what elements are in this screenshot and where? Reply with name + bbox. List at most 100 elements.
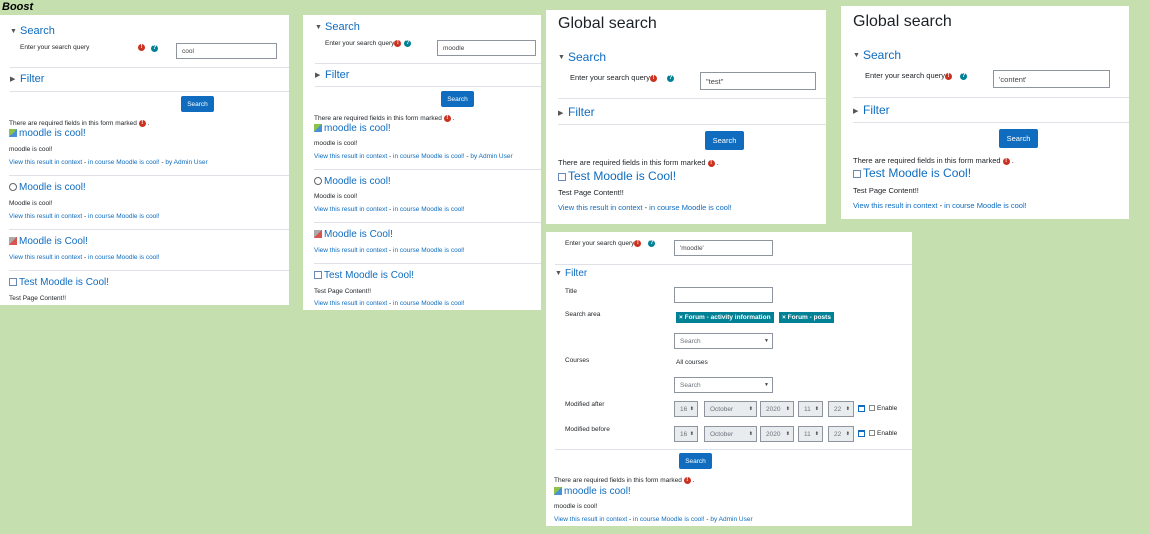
required-icon: ! [707,159,715,167]
course-link[interactable]: in course Moodle is cool! [393,300,465,307]
after-minute-select[interactable]: 22 ⬍ [828,401,854,417]
result-title[interactable]: moodle is cool! [324,123,391,134]
view-context-link[interactable]: View this result in context [314,153,387,160]
search-button[interactable]: Search [441,91,474,107]
result-title[interactable]: Moodle is cool! [19,182,86,193]
chevron-down-icon[interactable]: ▼ [853,52,863,59]
view-context-link[interactable]: View this result in context [9,254,82,261]
result-title[interactable]: Test Moodle is Cool! [19,277,109,288]
view-context-link[interactable]: View this result in context [554,516,627,523]
view-context-link[interactable]: View this result in context [314,300,387,307]
search-input[interactable]: moodle [437,40,536,56]
search-button[interactable]: Search [181,96,214,112]
search-button[interactable]: Search [679,453,712,469]
help-icon[interactable]: ? [648,240,656,247]
view-context-link[interactable]: View this result in context [314,247,387,254]
courses-search-select[interactable]: Search ▼ [674,377,773,393]
chevron-down-icon[interactable]: ▼ [10,28,20,35]
result-title[interactable]: Test Moodle is Cool! [863,166,971,180]
filter-section-toggle[interactable]: Filter [20,73,44,85]
search-input[interactable]: "test" [700,72,816,90]
filter-section-toggle[interactable]: Filter [325,69,349,81]
chevron-down-icon[interactable]: ▼ [558,54,568,61]
search-section-toggle[interactable]: Search [325,21,360,33]
result-title[interactable]: Moodle is cool! [324,176,391,187]
courses-search-placeholder: Search [680,381,701,389]
filter-section-toggle[interactable]: Filter [863,103,890,117]
result-title[interactable]: moodle is cool! [19,128,86,139]
required-icon: ! [650,74,658,82]
search-section-toggle[interactable]: Search [20,25,55,37]
chevron-right-icon[interactable]: ▶ [315,71,325,79]
view-context-link[interactable]: View this result in context [558,203,643,212]
search-button[interactable]: Search [999,129,1038,148]
area-search-placeholder: Search [680,337,701,345]
course-link[interactable]: in course Moodle is cool! [393,206,465,213]
after-hour-select[interactable]: 11 ⬍ [798,401,823,417]
chevron-right-icon[interactable]: ▶ [558,109,568,117]
view-context-link[interactable]: View this result in context [9,159,82,166]
calendar-icon[interactable] [858,430,865,437]
before-month-select[interactable]: October ⬍ [704,426,757,442]
forum-icon [9,129,17,138]
filter-section-toggle[interactable]: Filter [565,268,587,279]
course-link[interactable]: in course Moodle is cool! [944,201,1027,210]
page-icon [558,172,566,181]
view-context-link[interactable]: View this result in context [314,206,387,213]
search-button[interactable]: Search [705,131,744,150]
forum-icon [554,487,562,496]
title-input[interactable] [674,287,773,303]
view-context-link[interactable]: View this result in context [853,201,938,210]
help-icon[interactable]: ? [151,45,158,52]
course-link[interactable]: in course Moodle is cool! [633,516,705,523]
before-minute-select[interactable]: 22 ⬍ [828,426,854,442]
author-link[interactable]: by Admin User [470,153,512,160]
help-icon[interactable]: ? [404,40,412,47]
area-badge-forum-posts[interactable]: × Forum - posts [779,312,834,323]
page-icon [853,169,861,178]
query-label: Enter your search query [865,71,946,80]
result-title[interactable]: Test Moodle is Cool! [568,169,676,183]
view-context-link[interactable]: View this result in context [9,213,82,220]
chevron-right-icon[interactable]: ▶ [10,75,20,83]
result-title[interactable]: Moodle is Cool! [19,236,88,247]
result-title[interactable]: moodle is cool! [564,486,631,497]
required-note: There are required fields in this form m… [314,115,442,123]
before-year-select[interactable]: 2020 ⬍ [760,426,794,442]
enable-before-checkbox[interactable] [869,430,875,437]
author-link[interactable]: by Admin User [710,516,752,523]
result-title[interactable]: Test Moodle is Cool! [324,270,414,281]
result-snippet: moodle is cool! [554,503,598,510]
before-day-select[interactable]: 16 ⬍ [674,426,698,442]
calendar-icon[interactable] [858,405,865,412]
search-section-toggle[interactable]: Search [863,48,901,62]
after-day-select[interactable]: 16 ⬍ [674,401,698,417]
search-input[interactable]: cool [176,43,277,59]
course-link[interactable]: in course Moodle is cool! [393,247,465,254]
chevron-down-icon[interactable]: ▼ [315,24,325,31]
help-icon[interactable]: ? [960,72,968,80]
result-title[interactable]: Moodle is Cool! [324,229,393,240]
search-input[interactable]: 'moodle' [674,240,773,256]
after-month-select[interactable]: October ⬍ [704,401,757,417]
chevron-right-icon[interactable]: ▶ [853,107,863,115]
after-year-select[interactable]: 2020 ⬍ [760,401,794,417]
required-icon: ! [138,44,145,51]
help-icon[interactable]: ? [667,74,675,82]
forum-icon [314,124,322,133]
area-badge-forum-activity[interactable]: × Forum - activity information [676,312,774,323]
search-input[interactable]: 'content' [993,70,1110,88]
course-link[interactable]: in course Moodle is cool! [88,159,160,166]
author-link[interactable]: by Admin User [165,159,207,166]
course-link[interactable]: in course Moodle is cool! [88,213,160,220]
search-section-toggle[interactable]: Search [568,50,606,64]
chevron-down-icon[interactable]: ▼ [555,270,565,277]
course-link[interactable]: in course Moodle is cool! [88,254,160,261]
enable-after-checkbox[interactable] [869,405,875,412]
before-hour-select[interactable]: 11 ⬍ [798,426,823,442]
filter-section-toggle[interactable]: Filter [568,105,595,119]
course-link[interactable]: in course Moodle is cool! [649,203,732,212]
course-link[interactable]: in course Moodle is cool! [393,153,465,160]
query-label: Enter your search query [570,73,651,82]
area-search-select[interactable]: Search ▼ [674,333,773,349]
